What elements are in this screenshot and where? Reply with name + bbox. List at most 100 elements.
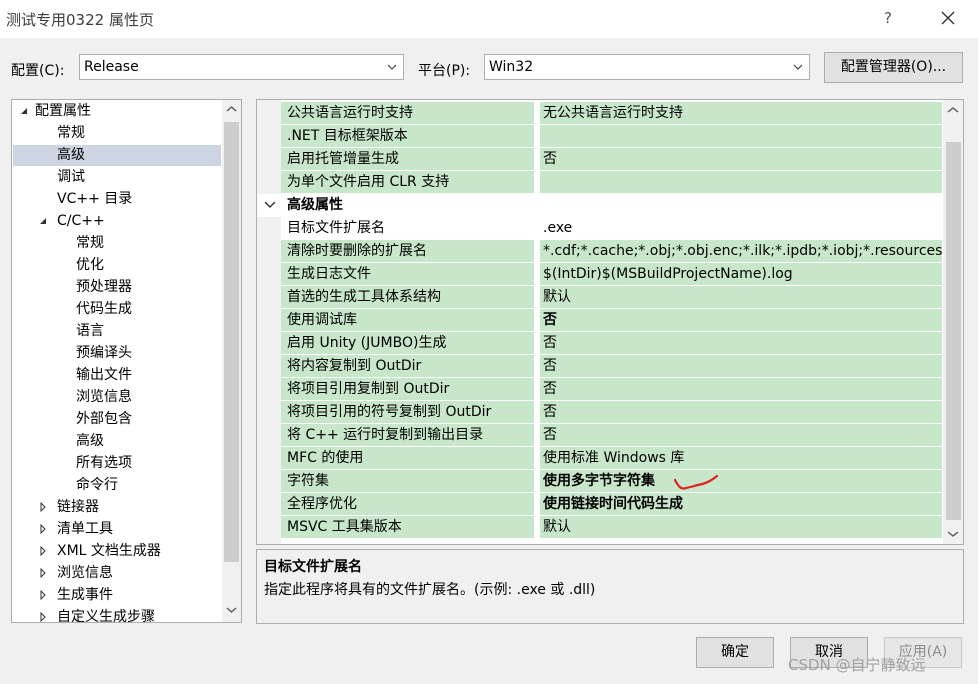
tree-item[interactable]: 调试 xyxy=(13,167,221,188)
property-row[interactable]: 将项目引用的符号复制到 OutDir 否 xyxy=(281,401,942,424)
tree-item[interactable]: 自定义生成步骤 xyxy=(13,607,221,623)
tree-item[interactable]: 外部包含 xyxy=(13,409,221,430)
expand-arrow-icon[interactable] xyxy=(38,568,48,578)
expand-arrow-icon[interactable] xyxy=(38,524,48,534)
tree-item[interactable]: 浏览信息 xyxy=(13,563,221,584)
property-row[interactable]: 为单个文件启用 CLR 支持 xyxy=(281,171,942,194)
config-select-value: Release xyxy=(84,59,139,75)
tree-item[interactable]: 配置属性 xyxy=(13,101,221,122)
property-row[interactable]: 公共语言运行时支持 无公共语言运行时支持 xyxy=(281,102,942,125)
property-row[interactable]: .NET 目标框架版本 xyxy=(281,125,942,148)
tree-item[interactable]: 常规 xyxy=(13,123,221,144)
tree-item-label: 链接器 xyxy=(57,499,99,515)
tree-item-label: 自定义生成步骤 xyxy=(57,609,155,623)
property-value[interactable]: 使用标准 Windows 库 xyxy=(540,447,942,469)
property-value[interactable]: 默认 xyxy=(540,516,942,538)
expand-arrow-icon[interactable] xyxy=(38,546,48,556)
property-name: MSVC 工具集版本 xyxy=(281,516,535,538)
property-name: 清除时要删除的扩展名 xyxy=(281,240,535,262)
tree-item[interactable]: 命令行 xyxy=(13,475,221,496)
tree-item-label: 所有选项 xyxy=(76,455,132,471)
tree-item-label: 配置属性 xyxy=(35,103,91,119)
property-row[interactable]: 启用 Unity (JUMBO)生成否 xyxy=(281,332,942,355)
property-value[interactable]: 使用多字节字符集 xyxy=(540,470,942,492)
close-icon[interactable] xyxy=(938,8,958,28)
chevron-down-icon[interactable] xyxy=(947,530,959,538)
tree-item[interactable]: 优化 xyxy=(13,255,221,276)
chevron-up-icon[interactable] xyxy=(947,106,959,114)
collapse-arrow-icon[interactable] xyxy=(19,106,29,116)
tree-item[interactable]: 常规 xyxy=(13,233,221,254)
property-row[interactable]: 字符集 使用多字节字符集 xyxy=(281,470,942,493)
platform-select[interactable]: Win32 xyxy=(484,54,810,80)
tree-item[interactable]: 预编译头 xyxy=(13,343,221,364)
tree-item[interactable]: 清单工具 xyxy=(13,519,221,540)
tree-item-label: 外部包含 xyxy=(76,411,132,427)
tree-item-label: 优化 xyxy=(76,257,104,273)
grid-scroll-thumb[interactable] xyxy=(946,142,961,520)
property-value[interactable]: 否 xyxy=(540,148,942,170)
watermark: CSDN @自宁静致远 xyxy=(788,656,926,674)
property-row[interactable]: 将 C++ 运行时复制到输出目录否 xyxy=(281,424,942,447)
property-row[interactable]: 启用托管增量生成否 xyxy=(281,148,942,171)
tree-item[interactable]: VC++ 目录 xyxy=(13,189,221,210)
collapse-arrow-icon[interactable] xyxy=(38,216,48,226)
property-value[interactable]: 否 xyxy=(540,332,942,354)
tree-scroll-thumb[interactable] xyxy=(224,122,239,562)
config-select[interactable]: Release xyxy=(79,54,404,80)
tree-item-label: 高级 xyxy=(76,433,104,449)
property-row[interactable]: 生成日志文件 $(IntDir)$(MSBuildProjectName).log xyxy=(281,263,942,286)
property-value[interactable]: 否 xyxy=(540,424,942,446)
property-row[interactable]: 目标文件扩展名 .exe xyxy=(281,217,942,240)
property-row[interactable]: 将项目引用复制到 OutDir 否 xyxy=(281,378,942,401)
tree-item[interactable]: 代码生成 xyxy=(13,299,221,320)
chevron-down-icon[interactable] xyxy=(264,200,276,210)
property-value[interactable]: 使用链接时间代码生成 xyxy=(540,493,942,515)
property-row[interactable]: 清除时要删除的扩展名 *.cdf;*.cache;*.obj;*.obj.enc;… xyxy=(281,240,942,263)
tree-item[interactable]: 语言 xyxy=(13,321,221,342)
property-name: 启用托管增量生成 xyxy=(281,148,535,170)
tree-item[interactable]: 生成事件 xyxy=(13,585,221,606)
config-manager-button[interactable]: 配置管理器(O)... xyxy=(824,52,963,83)
property-value[interactable]: .exe xyxy=(540,217,942,239)
tree-item[interactable]: 输出文件 xyxy=(13,365,221,386)
tree-item[interactable]: 预处理器 xyxy=(13,277,221,298)
property-value[interactable] xyxy=(540,125,942,147)
category-header[interactable]: 高级属性 xyxy=(257,194,942,217)
ok-button[interactable]: 确定 xyxy=(696,637,774,668)
property-row[interactable]: 使用调试库否 xyxy=(281,309,942,332)
property-row[interactable]: 将内容复制到 OutDir 否 xyxy=(281,355,942,378)
property-name: 将项目引用的符号复制到 OutDir xyxy=(281,401,535,423)
tree-item[interactable]: 高级 xyxy=(13,145,221,166)
property-name: 将 C++ 运行时复制到输出目录 xyxy=(281,424,535,446)
grid-scrollbar[interactable] xyxy=(943,100,963,544)
property-value[interactable]: $(IntDir)$(MSBuildProjectName).log xyxy=(540,263,942,285)
tree-item[interactable]: C/C++ xyxy=(13,211,221,232)
property-value[interactable]: 否 xyxy=(540,355,942,377)
property-value[interactable]: *.cdf;*.cache;*.obj;*.obj.enc;*.ilk;*.ip… xyxy=(540,240,942,262)
tree-item[interactable]: 链接器 xyxy=(13,497,221,518)
expand-arrow-icon[interactable] xyxy=(38,590,48,600)
tree-scrollbar[interactable] xyxy=(222,100,241,622)
property-value[interactable]: 否 xyxy=(540,401,942,423)
property-row[interactable]: 首选的生成工具体系结构 默认 xyxy=(281,286,942,309)
property-value[interactable] xyxy=(540,171,942,193)
tree-item[interactable]: 高级 xyxy=(13,431,221,452)
property-row[interactable]: MSVC 工具集版本 默认 xyxy=(281,516,942,539)
property-value[interactable]: 否 xyxy=(540,309,942,331)
tree-item-label: 调试 xyxy=(57,169,85,185)
expand-arrow-icon[interactable] xyxy=(38,612,48,622)
description-text: 指定此程序将具有的文件扩展名。(示例: .exe 或 .dll) xyxy=(264,582,596,598)
property-value[interactable]: 默认 xyxy=(540,286,942,308)
expand-arrow-icon[interactable] xyxy=(38,502,48,512)
tree-item[interactable]: 浏览信息 xyxy=(13,387,221,408)
chevron-up-icon[interactable] xyxy=(226,105,237,113)
chevron-down-icon[interactable] xyxy=(226,606,237,614)
help-button[interactable]: ? xyxy=(884,9,892,27)
property-row[interactable]: 全程序优化 使用链接时间代码生成 xyxy=(281,493,942,516)
property-value[interactable]: 无公共语言运行时支持 xyxy=(540,102,942,124)
property-value[interactable]: 否 xyxy=(540,378,942,400)
tree-item[interactable]: XML 文档生成器 xyxy=(13,541,221,562)
property-row[interactable]: MFC 的使用 使用标准 Windows 库 xyxy=(281,447,942,470)
tree-item[interactable]: 所有选项 xyxy=(13,453,221,474)
